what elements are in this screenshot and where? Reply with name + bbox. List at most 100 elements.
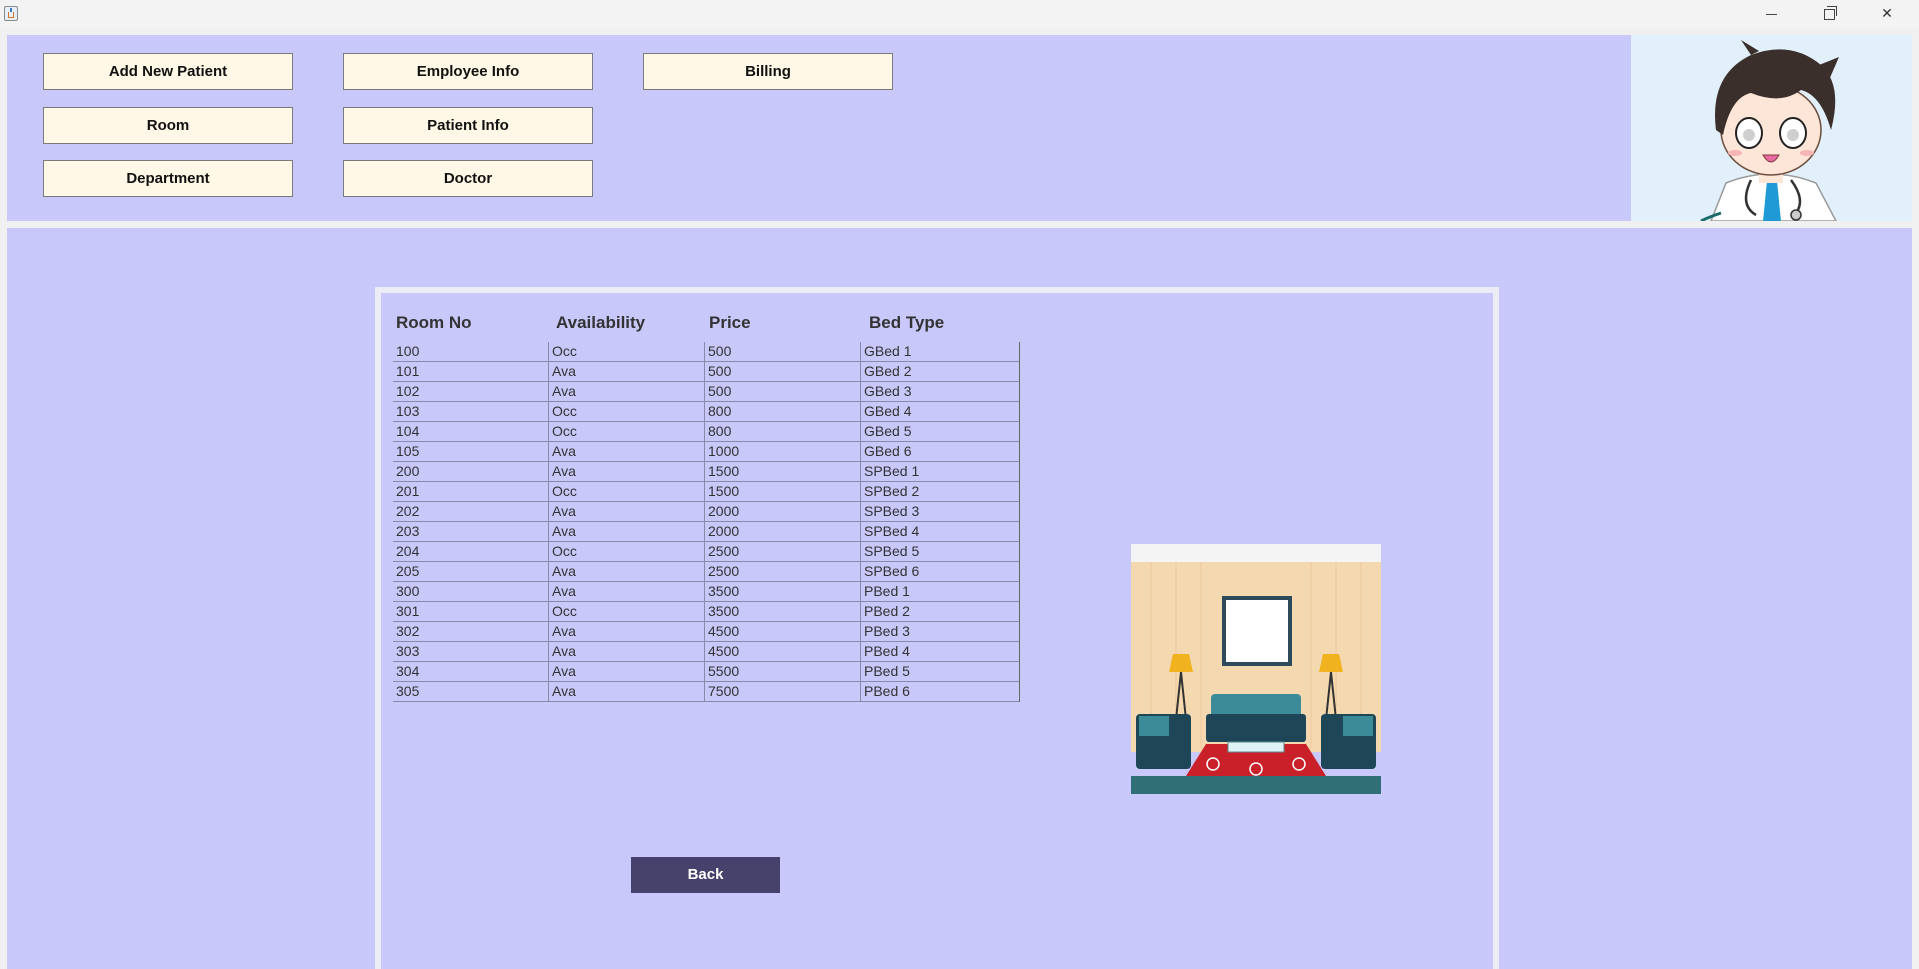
table-cell[interactable]: SPBed 2 xyxy=(861,482,1019,501)
table-row[interactable]: 205 Ava 2500 SPBed 6 xyxy=(393,562,1019,582)
table-cell[interactable]: 300 xyxy=(393,582,549,601)
table-row[interactable]: 204 Occ 2500 SPBed 5 xyxy=(393,542,1019,562)
table-cell[interactable]: 2500 xyxy=(705,562,861,581)
table-cell[interactable]: 205 xyxy=(393,562,549,581)
table-cell[interactable]: Occ xyxy=(549,342,705,361)
table-row[interactable]: 102 Ava 500 GBed 3 xyxy=(393,382,1019,402)
table-cell[interactable]: 7500 xyxy=(705,682,861,701)
table-cell[interactable]: 2000 xyxy=(705,502,861,521)
table-cell[interactable]: Ava xyxy=(549,362,705,381)
table-cell[interactable]: Ava xyxy=(549,382,705,401)
table-row[interactable]: 203 Ava 2000 SPBed 4 xyxy=(393,522,1019,542)
close-button[interactable]: ✕ xyxy=(1858,0,1916,28)
table-cell[interactable]: 105 xyxy=(393,442,549,461)
doctor-button[interactable]: Doctor xyxy=(343,160,593,197)
table-cell[interactable]: 3500 xyxy=(705,582,861,601)
table-cell[interactable]: 302 xyxy=(393,622,549,641)
table-cell[interactable]: SPBed 5 xyxy=(861,542,1019,561)
table-cell[interactable]: 303 xyxy=(393,642,549,661)
table-cell[interactable]: GBed 2 xyxy=(861,362,1019,381)
table-cell[interactable]: 1000 xyxy=(705,442,861,461)
table-cell[interactable]: Occ xyxy=(549,422,705,441)
table-cell[interactable]: 4500 xyxy=(705,642,861,661)
table-cell[interactable]: 800 xyxy=(705,422,861,441)
table-cell[interactable]: Ava xyxy=(549,522,705,541)
table-cell[interactable]: Occ xyxy=(549,402,705,421)
back-button[interactable]: Back xyxy=(631,857,780,893)
patient-info-button[interactable]: Patient Info xyxy=(343,107,593,144)
table-cell[interactable]: 203 xyxy=(393,522,549,541)
table-cell[interactable]: 102 xyxy=(393,382,549,401)
add-new-patient-button[interactable]: Add New Patient xyxy=(43,53,293,90)
table-cell[interactable]: GBed 6 xyxy=(861,442,1019,461)
table-cell[interactable]: Ava xyxy=(549,562,705,581)
table-cell[interactable]: Occ xyxy=(549,482,705,501)
table-cell[interactable]: Ava xyxy=(549,622,705,641)
maximize-button[interactable] xyxy=(1800,0,1858,28)
table-cell[interactable]: Ava xyxy=(549,502,705,521)
table-row[interactable]: 104 Occ 800 GBed 5 xyxy=(393,422,1019,442)
table-cell[interactable]: 204 xyxy=(393,542,549,561)
table-cell[interactable]: 500 xyxy=(705,342,861,361)
table-cell[interactable]: PBed 3 xyxy=(861,622,1019,641)
room-table[interactable]: 100 Occ 500 GBed 1 101 Ava 500 GBed 2 102 Ava 500 G… xyxy=(393,342,1020,702)
table-cell[interactable]: 3500 xyxy=(705,602,861,621)
table-cell[interactable]: 304 xyxy=(393,662,549,681)
table-row[interactable]: 200 Ava 1500 SPBed 1 xyxy=(393,462,1019,482)
table-row[interactable]: 302 Ava 4500 PBed 3 xyxy=(393,622,1019,642)
table-cell[interactable]: PBed 5 xyxy=(861,662,1019,681)
table-row[interactable]: 201 Occ 1500 SPBed 2 xyxy=(393,482,1019,502)
table-cell[interactable]: Ava xyxy=(549,682,705,701)
table-cell[interactable]: Ava xyxy=(549,662,705,681)
table-cell[interactable]: 202 xyxy=(393,502,549,521)
table-row[interactable]: 300 Ava 3500 PBed 1 xyxy=(393,582,1019,602)
table-cell[interactable]: 500 xyxy=(705,382,861,401)
table-cell[interactable]: 104 xyxy=(393,422,549,441)
table-row[interactable]: 100 Occ 500 GBed 1 xyxy=(393,342,1019,362)
billing-button[interactable]: Billing xyxy=(643,53,893,90)
table-cell[interactable]: Ava xyxy=(549,462,705,481)
table-cell[interactable]: SPBed 4 xyxy=(861,522,1019,541)
table-cell[interactable]: 4500 xyxy=(705,622,861,641)
table-cell[interactable]: 101 xyxy=(393,362,549,381)
table-cell[interactable]: 2500 xyxy=(705,542,861,561)
table-cell[interactable]: SPBed 6 xyxy=(861,562,1019,581)
table-cell[interactable]: Ava xyxy=(549,642,705,661)
table-row[interactable]: 304 Ava 5500 PBed 5 xyxy=(393,662,1019,682)
table-cell[interactable]: PBed 1 xyxy=(861,582,1019,601)
table-row[interactable]: 305 Ava 7500 PBed 6 xyxy=(393,682,1019,702)
table-cell[interactable]: PBed 4 xyxy=(861,642,1019,661)
table-cell[interactable]: SPBed 1 xyxy=(861,462,1019,481)
table-cell[interactable]: 200 xyxy=(393,462,549,481)
table-cell[interactable]: PBed 2 xyxy=(861,602,1019,621)
table-cell[interactable]: 201 xyxy=(393,482,549,501)
table-cell[interactable]: GBed 5 xyxy=(861,422,1019,441)
table-row[interactable]: 202 Ava 2000 SPBed 3 xyxy=(393,502,1019,522)
table-cell[interactable]: SPBed 3 xyxy=(861,502,1019,521)
table-cell[interactable]: GBed 1 xyxy=(861,342,1019,361)
table-cell[interactable]: Ava xyxy=(549,442,705,461)
table-cell[interactable]: 301 xyxy=(393,602,549,621)
table-cell[interactable]: GBed 4 xyxy=(861,402,1019,421)
table-cell[interactable]: PBed 6 xyxy=(861,682,1019,701)
table-cell[interactable]: Occ xyxy=(549,602,705,621)
employee-info-button[interactable]: Employee Info xyxy=(343,53,593,90)
table-cell[interactable]: 103 xyxy=(393,402,549,421)
minimize-button[interactable] xyxy=(1742,0,1800,28)
table-cell[interactable]: 2000 xyxy=(705,522,861,541)
table-cell[interactable]: Occ xyxy=(549,542,705,561)
table-cell[interactable]: GBed 3 xyxy=(861,382,1019,401)
table-cell[interactable]: 800 xyxy=(705,402,861,421)
table-cell[interactable]: 305 xyxy=(393,682,549,701)
table-cell[interactable]: 5500 xyxy=(705,662,861,681)
room-button[interactable]: Room xyxy=(43,107,293,144)
table-row[interactable]: 105 Ava 1000 GBed 6 xyxy=(393,442,1019,462)
table-row[interactable]: 101 Ava 500 GBed 2 xyxy=(393,362,1019,382)
table-row[interactable]: 103 Occ 800 GBed 4 xyxy=(393,402,1019,422)
table-cell[interactable]: 100 xyxy=(393,342,549,361)
table-cell[interactable]: Ava xyxy=(549,582,705,601)
table-cell[interactable]: 1500 xyxy=(705,482,861,501)
table-row[interactable]: 301 Occ 3500 PBed 2 xyxy=(393,602,1019,622)
table-cell[interactable]: 1500 xyxy=(705,462,861,481)
table-cell[interactable]: 500 xyxy=(705,362,861,381)
